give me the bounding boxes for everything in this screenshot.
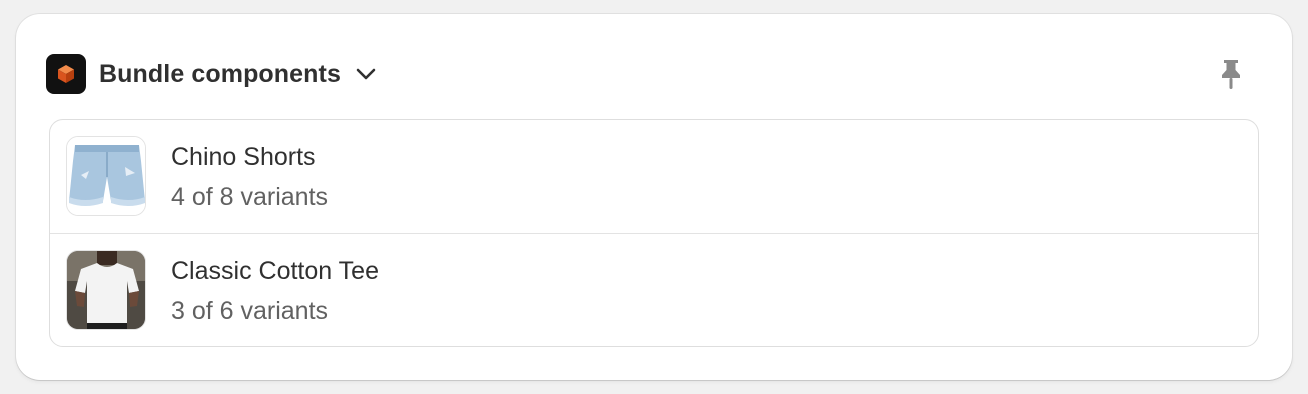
list-item[interactable]: Chino Shorts 4 of 8 variants [50,120,1258,233]
component-list: Chino Shorts 4 of 8 variants Classic Cot… [49,119,1259,347]
cube-app-icon [46,54,86,94]
denim-shorts-thumbnail [66,136,146,216]
card-header: Bundle components [46,54,377,94]
component-name: Classic Cotton Tee [171,257,379,285]
component-info: Classic Cotton Tee 3 of 6 variants [171,254,379,328]
component-variants: 3 of 6 variants [171,297,329,325]
component-variants: 4 of 8 variants [171,183,329,211]
pin-icon[interactable] [1216,58,1246,92]
card-title: Bundle components [99,59,341,88]
chevron-down-icon[interactable] [355,67,377,81]
component-name: Chino Shorts [171,143,316,171]
bundle-components-card: Bundle components Chino Shorts 4 of 8 va… [16,14,1292,380]
white-tee-thumbnail [66,250,146,330]
component-info: Chino Shorts 4 of 8 variants [171,140,328,214]
list-item[interactable]: Classic Cotton Tee 3 of 6 variants [50,233,1258,346]
